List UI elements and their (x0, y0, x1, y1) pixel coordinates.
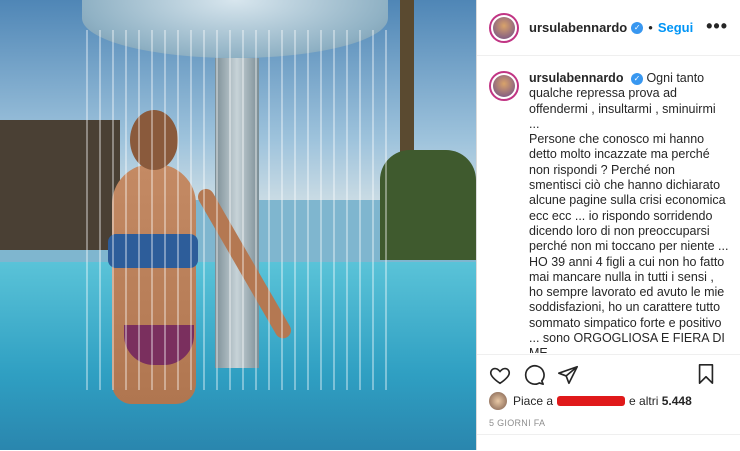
instagram-post: ursulabennardo ✓ • Segui ••• ursulabenna… (0, 0, 740, 450)
caption-verified-badge-icon: ✓ (630, 72, 643, 85)
separator: • (648, 20, 653, 35)
likes-prefix: Piace a (513, 394, 554, 408)
photo-trees (380, 150, 476, 260)
heart-icon[interactable] (489, 364, 511, 386)
comments-area[interactable]: ursulabennardo ✓ Ogni tanto qualche repr… (477, 57, 740, 353)
post-timestamp[interactable]: 5 GIORNI FA (489, 418, 545, 428)
add-comment-bar[interactable] (477, 434, 740, 451)
bookmark-icon[interactable] (695, 363, 717, 385)
likes-line: Piace a e altri 5.448 (489, 392, 692, 410)
likes-count[interactable]: 5.448 (662, 394, 692, 408)
follow-button[interactable]: Segui (658, 20, 693, 35)
redacted-username (557, 396, 626, 406)
caption-avatar[interactable] (489, 71, 519, 101)
likes-suffix: e altri (629, 394, 659, 408)
post-photo[interactable] (0, 0, 476, 450)
post-sidebar: ursulabennardo ✓ • Segui ••• ursulabenna… (476, 0, 740, 450)
photo-water-curtain (80, 30, 390, 390)
verified-badge-icon: ✓ (631, 21, 644, 34)
avatar[interactable] (489, 12, 519, 43)
action-bar (477, 354, 740, 394)
caption: ursulabennardo ✓ Ogni tanto qualche repr… (477, 57, 740, 353)
share-icon[interactable] (557, 364, 579, 386)
header-username[interactable]: ursulabennardo (529, 20, 627, 35)
caption-username[interactable]: ursulabennardo (529, 71, 623, 85)
caption-text: ursulabennardo ✓ Ogni tanto qualche repr… (529, 71, 729, 353)
liker-avatar[interactable] (489, 392, 507, 410)
post-header: ursulabennardo ✓ • Segui ••• (477, 0, 740, 56)
comment-icon[interactable] (523, 364, 545, 386)
more-options-icon[interactable]: ••• (706, 16, 728, 37)
caption-body: Ogni tanto qualche repressa prova ad off… (529, 71, 729, 353)
